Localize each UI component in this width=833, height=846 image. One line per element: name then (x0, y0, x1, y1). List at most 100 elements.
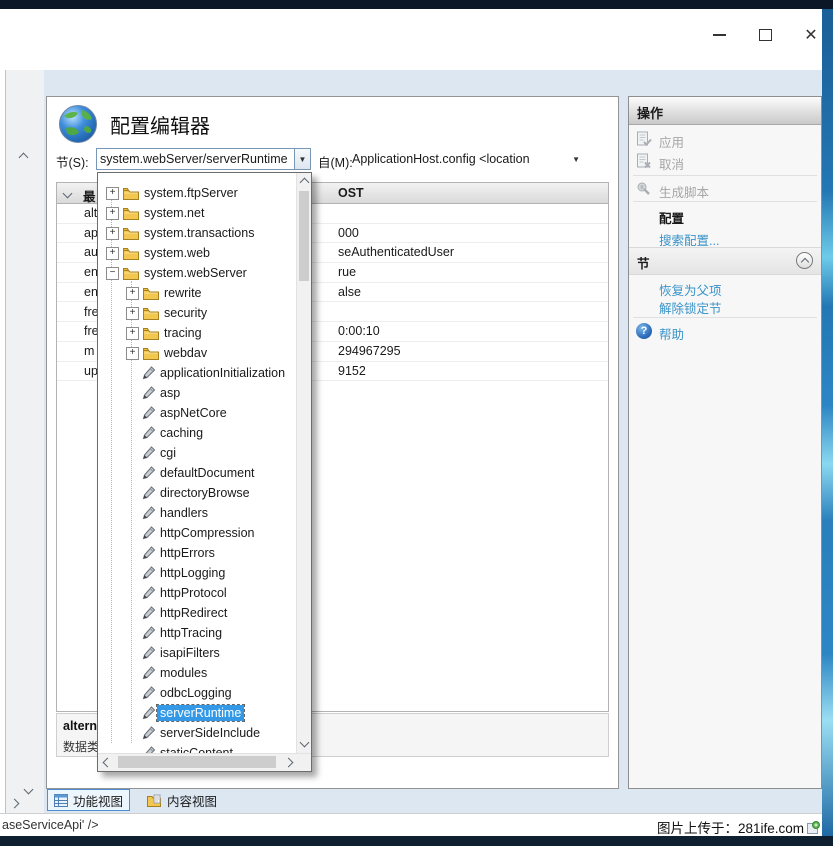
section-pencil-icon (142, 366, 155, 380)
tree-item-aspNetCore[interactable]: aspNetCore (98, 403, 297, 423)
tree-vertical-scrollbar[interactable] (296, 173, 311, 754)
desktop-background-strip (822, 9, 833, 836)
tree-item-isapiFilters[interactable]: isapiFilters (98, 643, 297, 663)
tree-item-cgi[interactable]: cgi (98, 443, 297, 463)
chevron-up-icon (800, 257, 808, 265)
section-pencil-icon (142, 586, 155, 600)
generate-script-button[interactable]: 生成脚本 (629, 181, 821, 199)
tree-item-applicationInitialization[interactable]: applicationInitialization (98, 363, 297, 383)
tree-item-system.webServer[interactable]: − system.webServer (98, 263, 297, 283)
vertical-scroll-thumb[interactable] (299, 191, 309, 281)
section-pencil-icon (142, 406, 155, 420)
tree-item-httpErrors[interactable]: httpErrors (98, 543, 297, 563)
tree-item-system.web[interactable]: +system.web (98, 243, 297, 263)
expand-toggle-icon[interactable]: + (106, 207, 119, 220)
expand-toggle-icon[interactable]: + (106, 227, 119, 240)
tree-item-label: httpProtocol (160, 586, 227, 600)
tree-item-security[interactable]: +security (98, 303, 297, 323)
left-scroll-down-icon[interactable] (24, 785, 34, 795)
tree-item-system.ftpServer[interactable]: +system.ftpServer (98, 183, 297, 203)
tree-item-label: modules (160, 666, 207, 680)
expand-toggle-icon[interactable]: + (106, 247, 119, 260)
tree-item-label: isapiFilters (160, 646, 220, 660)
group-collapse-icon[interactable] (63, 189, 73, 199)
section-combobox-dropdown-button[interactable]: ▼ (294, 149, 310, 169)
tree-item-caching[interactable]: caching (98, 423, 297, 443)
help-link[interactable]: ? 帮助 (629, 323, 821, 341)
config-row-value: 000 (338, 226, 359, 240)
tree-item-serverRuntime[interactable]: serverRuntime (98, 703, 297, 723)
scroll-left-button[interactable] (100, 755, 114, 769)
tree-item-modules[interactable]: modules (98, 663, 297, 683)
tree-item-handlers[interactable]: handlers (98, 503, 297, 523)
section-pencil-icon (142, 606, 155, 620)
unlock-section-link[interactable]: 解除锁定节 (629, 297, 821, 315)
features-view-icon (54, 794, 68, 807)
unlock-section-label: 解除锁定节 (659, 298, 722, 317)
tree-item-tracing[interactable]: + tracing (98, 323, 297, 343)
cancel-button[interactable]: 取消 (629, 153, 821, 171)
section-pencil-icon (142, 446, 155, 460)
folder-icon (123, 207, 139, 220)
tree-horizontal-scrollbar[interactable] (98, 753, 311, 771)
cancel-page-x-icon (636, 153, 652, 169)
tree-item-odbcLogging[interactable]: odbcLogging (98, 683, 297, 703)
config-row-value: 0:00:10 (338, 324, 380, 338)
scroll-up-button[interactable] (297, 175, 311, 189)
script-icon (636, 181, 652, 197)
expand-toggle-icon[interactable]: + (106, 187, 119, 200)
collapse-section-button[interactable] (796, 252, 813, 269)
from-label: 自(M): (318, 152, 353, 171)
tree-item-httpRedirect[interactable]: httpRedirect (98, 603, 297, 623)
scroll-right-button[interactable] (281, 755, 295, 769)
section-combobox[interactable]: system.webServer/serverRuntime ▼ (96, 148, 311, 170)
tree-item-httpLogging[interactable]: httpLogging (98, 563, 297, 583)
tab-content-view[interactable]: 内容视图 (141, 789, 223, 811)
tree-item-label: serverSideInclude (160, 726, 260, 740)
revert-to-parent-link[interactable]: 恢复为父项 (629, 279, 821, 297)
tree-item-label: httpLogging (160, 566, 225, 580)
scroll-down-button[interactable] (297, 737, 311, 751)
chevron-down-icon: ▼ (299, 155, 307, 164)
expand-toggle-icon[interactable]: − (106, 267, 119, 280)
expand-toggle-icon[interactable]: + (126, 327, 139, 340)
tree-item-label: serverRuntime (157, 705, 244, 721)
search-config-link[interactable]: 搜索配置... (629, 229, 821, 247)
tree-item-system.net[interactable]: + system.net (98, 203, 297, 223)
left-scroll-right-icon[interactable] (10, 799, 20, 809)
apply-button[interactable]: 应用 (629, 131, 821, 149)
section-pencil-icon (142, 546, 155, 560)
tree-item-label: system.webServer (144, 266, 247, 280)
expand-toggle-icon[interactable]: + (126, 307, 139, 320)
tree-item-httpCompression[interactable]: httpCompression (98, 523, 297, 543)
folder-icon (123, 227, 139, 240)
left-scroll-up-icon[interactable] (19, 153, 29, 163)
section-pencil-icon (142, 626, 155, 640)
tree-item-label: odbcLogging (160, 686, 232, 700)
tree-item-label: httpRedirect (160, 606, 227, 620)
close-icon: ✕ (804, 25, 817, 45)
tree-item-rewrite[interactable]: +rewrite (98, 283, 297, 303)
folder-icon (123, 187, 139, 200)
tree-item-defaultDocument[interactable]: defaultDocument (98, 463, 297, 483)
section-pencil-icon (142, 506, 155, 520)
tree-item-asp[interactable]: asp (98, 383, 297, 403)
from-combobox[interactable]: ApplicationHost.config <location ▼ (352, 148, 580, 170)
section-label: 节(S): (56, 152, 89, 171)
tree-item-httpTracing[interactable]: httpTracing (98, 623, 297, 643)
actions-header: 操作 (629, 97, 821, 125)
expand-toggle-icon[interactable]: + (126, 287, 139, 300)
tree-item-label: tracing (164, 326, 202, 340)
tree-item-directoryBrowse[interactable]: directoryBrowse (98, 483, 297, 503)
horizontal-scroll-thumb[interactable] (118, 756, 276, 768)
tree-item-webdav[interactable]: +webdav (98, 343, 297, 363)
expand-toggle-icon[interactable]: + (126, 347, 139, 360)
tree-item-system.transactions[interactable]: +system.transactions (98, 223, 297, 243)
section-pencil-icon (142, 646, 155, 660)
folder-icon (123, 267, 139, 280)
tree-item-label: system.net (144, 206, 204, 220)
actions-panel: 操作 应用 取消 生成脚本 配置 搜索配置... 节 (628, 96, 822, 789)
tree-item-serverSideInclude[interactable]: serverSideInclude (98, 723, 297, 743)
tree-item-httpProtocol[interactable]: httpProtocol (98, 583, 297, 603)
tab-features-view[interactable]: 功能视图 (47, 789, 130, 811)
